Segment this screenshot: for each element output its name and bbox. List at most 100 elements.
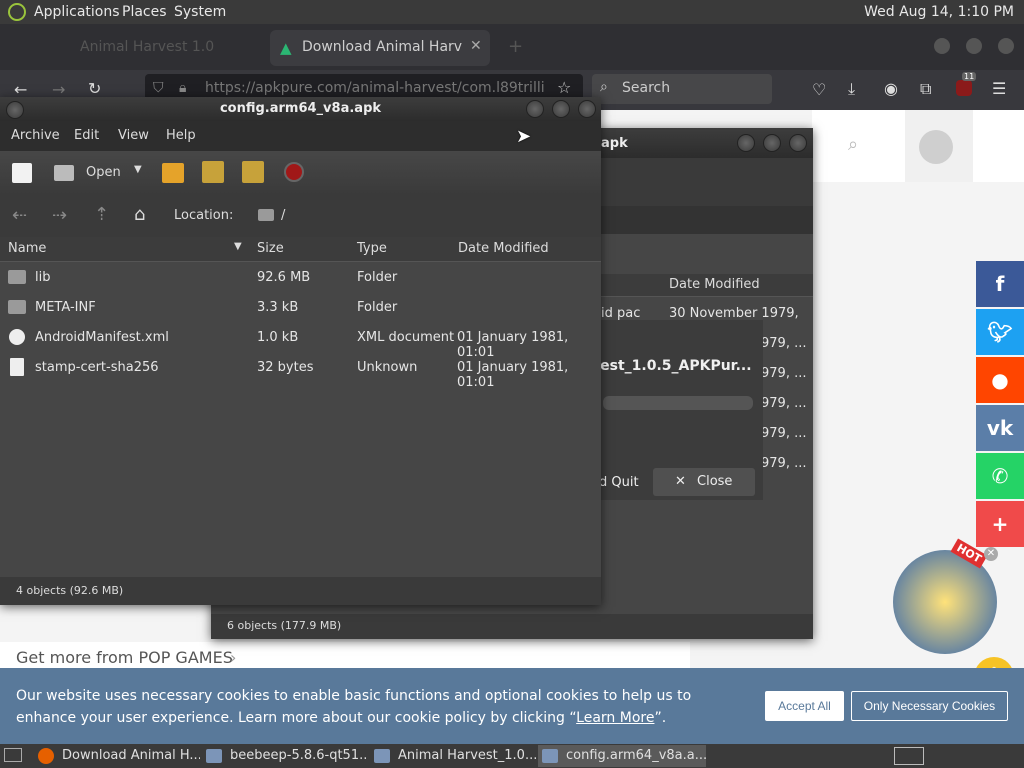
- account-icon[interactable]: ◉: [884, 79, 898, 98]
- distro-logo-icon[interactable]: [8, 3, 26, 21]
- downloads-icon[interactable]: ⤓: [848, 79, 855, 99]
- back-close-icon[interactable]: [789, 134, 807, 152]
- plus-icon: +: [991, 512, 1009, 536]
- places-menu[interactable]: Places: [122, 4, 167, 20]
- open-label: Open: [86, 165, 121, 180]
- pocket-icon[interactable]: ♡: [812, 80, 826, 99]
- open-dropdown-icon[interactable]: ▼: [134, 164, 142, 175]
- add-folder-icon[interactable]: [242, 161, 264, 183]
- user-avatar-tile[interactable]: [905, 110, 973, 182]
- table-row[interactable]: stamp-cert-sha256 32 bytes Unknown 01 Ja…: [0, 353, 601, 390]
- hamburger-menu-icon[interactable]: ☰: [992, 79, 1006, 98]
- new-tab-icon[interactable]: +: [508, 36, 523, 57]
- applications-menu[interactable]: Applications: [34, 4, 120, 20]
- archive-manager-window: config.arm64_v8a.apk Archive Edit View H…: [0, 97, 601, 605]
- location-folder-icon: [258, 209, 274, 221]
- back-minimize-icon[interactable]: [737, 134, 755, 152]
- close-tab-icon[interactable]: ✕: [470, 38, 482, 54]
- task-beebeep[interactable]: beebeep-5.8.6-qt51...: [202, 745, 368, 767]
- add-files-icon[interactable]: [202, 161, 224, 183]
- tab-ghost[interactable]: Animal Harvest 1.0: [40, 30, 260, 66]
- whatsapp-icon: ✆: [991, 464, 1009, 488]
- share-facebook-button[interactable]: f: [976, 261, 1024, 307]
- back-status-text: 6 objects (177.9 MB): [227, 619, 342, 632]
- url-text: https://apkpure.com/animal-harvest/com.l…: [205, 80, 545, 96]
- col-name[interactable]: Name: [8, 241, 46, 256]
- ublock-icon[interactable]: [956, 80, 972, 96]
- close-button-label: Close: [697, 474, 733, 489]
- close-window-icon[interactable]: [998, 38, 1014, 54]
- show-desktop-icon[interactable]: [4, 748, 22, 762]
- shield-icon[interactable]: ⛉: [153, 80, 164, 96]
- table-row[interactable]: AndroidManifest.xml 1.0 kB XML document …: [0, 323, 601, 360]
- col-type[interactable]: Type: [357, 241, 387, 256]
- maximize-icon[interactable]: [552, 100, 570, 118]
- new-archive-icon[interactable]: [12, 163, 32, 183]
- back-maximize-icon[interactable]: [763, 134, 781, 152]
- extensions-icon[interactable]: ⧉: [920, 79, 931, 99]
- row-size: 32 bytes: [257, 360, 314, 375]
- top-panel: Applications Places System Wed Aug 14, 1…: [0, 0, 1024, 24]
- maximize-icon[interactable]: [966, 38, 982, 54]
- close-icon[interactable]: [578, 100, 596, 118]
- facebook-icon: f: [995, 272, 1005, 296]
- close-button[interactable]: ✕ Close: [653, 468, 755, 496]
- table-row[interactable]: META-INF 3.3 kB Folder: [0, 293, 601, 323]
- share-more-button[interactable]: +: [976, 501, 1024, 547]
- back-row-partial: id pac: [601, 306, 641, 321]
- accept-all-button[interactable]: Accept All: [765, 691, 844, 721]
- bookmark-star-icon[interactable]: ☆: [557, 78, 571, 97]
- clock[interactable]: Wed Aug 14, 1:10 PM: [864, 4, 1014, 20]
- extract-icon[interactable]: [162, 163, 184, 183]
- sort-down-icon[interactable]: ▼: [234, 241, 242, 252]
- share-reddit-button[interactable]: ●: [976, 357, 1024, 403]
- col-size[interactable]: Size: [257, 241, 284, 256]
- menu-edit[interactable]: Edit: [74, 128, 99, 143]
- reload-icon[interactable]: ↻: [88, 79, 101, 98]
- window-titlebar[interactable]: config.arm64_v8a.apk: [0, 97, 601, 121]
- task-config-apk[interactable]: config.arm64_v8a.a...: [538, 745, 706, 767]
- open-icon: [54, 165, 74, 181]
- xml-file-icon: [9, 329, 25, 345]
- menu-view[interactable]: View: [118, 128, 149, 143]
- column-header: Name ▼ Size Type Date Modified: [0, 237, 601, 262]
- stop-icon[interactable]: [284, 162, 304, 182]
- only-necessary-button[interactable]: Only Necessary Cookies: [851, 691, 1008, 721]
- system-menu[interactable]: System: [174, 4, 226, 20]
- location-label: Location:: [174, 208, 234, 223]
- forward-arrow-icon[interactable]: ⇢: [52, 205, 67, 226]
- task-label: config.arm64_v8a.a...: [566, 748, 706, 763]
- file-icon: [10, 358, 24, 376]
- open-button[interactable]: Open ▼: [52, 159, 148, 187]
- share-whatsapp-button[interactable]: ✆: [976, 453, 1024, 499]
- search-icon: ⌕: [600, 79, 608, 95]
- minimize-icon[interactable]: [934, 38, 950, 54]
- workspace-switcher-icon[interactable]: [894, 747, 924, 765]
- cookie-text-end: ”.: [654, 710, 667, 726]
- back-arrow-icon[interactable]: ⇠: [12, 205, 27, 226]
- up-arrow-icon[interactable]: ⇡: [94, 204, 109, 225]
- dialog-progress: [603, 396, 753, 410]
- quit-button[interactable]: d Quit: [599, 475, 639, 490]
- task-firefox[interactable]: Download Animal H...: [34, 745, 200, 767]
- location-path[interactable]: /: [281, 208, 285, 223]
- share-vk-button[interactable]: vk: [976, 405, 1024, 451]
- col-date[interactable]: Date Modified: [458, 241, 549, 256]
- folder-icon: [8, 270, 26, 284]
- share-twitter-button[interactable]: 🐦︎: [976, 309, 1024, 355]
- menu-help[interactable]: Help: [166, 128, 196, 143]
- table-row[interactable]: lib 92.6 MB Folder: [0, 263, 601, 293]
- home-icon[interactable]: ⌂: [134, 204, 145, 225]
- close-promo-icon[interactable]: ✕: [984, 547, 998, 561]
- back-col-date[interactable]: Date Modified: [669, 277, 760, 292]
- site-search-icon[interactable]: ⌕: [848, 134, 858, 155]
- learn-more-link[interactable]: Learn More: [576, 710, 654, 726]
- task-animal-harvest[interactable]: Animal Harvest_1.0....: [370, 745, 536, 767]
- menu-archive[interactable]: Archive: [11, 128, 60, 143]
- taskbar: Download Animal H... beebeep-5.8.6-qt51.…: [0, 744, 1024, 768]
- tab-title: Download Animal Harvest T: [302, 39, 462, 55]
- search-input[interactable]: ⌕ Search: [592, 74, 772, 104]
- lock-icon[interactable]: 🔒︎: [179, 80, 186, 96]
- minimize-icon[interactable]: [526, 100, 544, 118]
- tab-active[interactable]: ▲ Download Animal Harvest T ✕: [270, 30, 490, 66]
